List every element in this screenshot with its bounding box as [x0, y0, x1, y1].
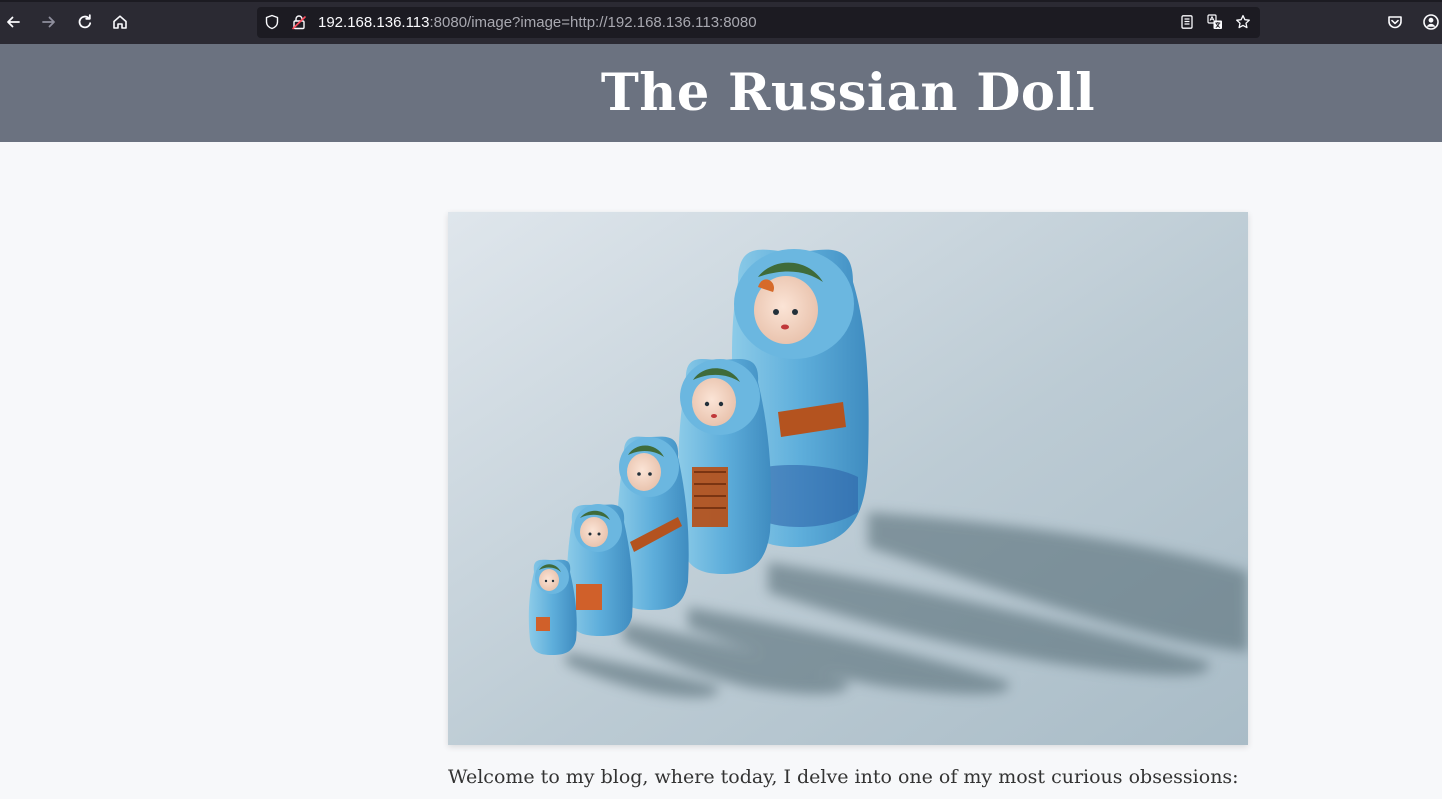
tab-strip-edge — [0, 0, 1442, 2]
translate-icon[interactable] — [1206, 13, 1224, 31]
url-path: :8080/image?image=http://192.168.136.113… — [429, 14, 757, 31]
address-bar[interactable]: 192.168.136.113:8080/image?image=http://… — [257, 7, 1260, 38]
reload-button[interactable] — [72, 9, 98, 35]
lock-warning-icon[interactable] — [290, 13, 308, 31]
star-icon[interactable] — [1234, 13, 1252, 31]
pocket-icon — [1388, 16, 1402, 29]
hero-image — [448, 212, 1248, 745]
forward-button[interactable] — [36, 9, 62, 35]
reader-view-icon[interactable] — [1178, 13, 1196, 31]
url-text[interactable]: 192.168.136.113:8080/image?image=http://… — [318, 13, 757, 33]
arrow-left-icon — [7, 16, 20, 28]
reload-icon — [78, 14, 92, 29]
site-header: The Russian Doll — [0, 44, 1442, 142]
account-icon — [1423, 14, 1439, 30]
back-button[interactable] — [0, 9, 26, 35]
matryoshka-dolls-photo — [448, 212, 1248, 745]
account-button[interactable] — [1418, 9, 1442, 35]
pocket-button[interactable] — [1382, 9, 1408, 35]
shield-icon[interactable] — [263, 13, 281, 31]
page-title: The Russian Doll — [600, 63, 1096, 123]
browser-toolbar: 192.168.136.113:8080/image?image=http://… — [0, 0, 1442, 44]
arrow-right-icon — [42, 16, 55, 28]
home-button[interactable] — [107, 9, 133, 35]
home-icon — [113, 15, 127, 29]
url-host: 192.168.136.113 — [318, 14, 430, 31]
intro-paragraph: Welcome to my blog, where today, I delve… — [448, 766, 1239, 788]
